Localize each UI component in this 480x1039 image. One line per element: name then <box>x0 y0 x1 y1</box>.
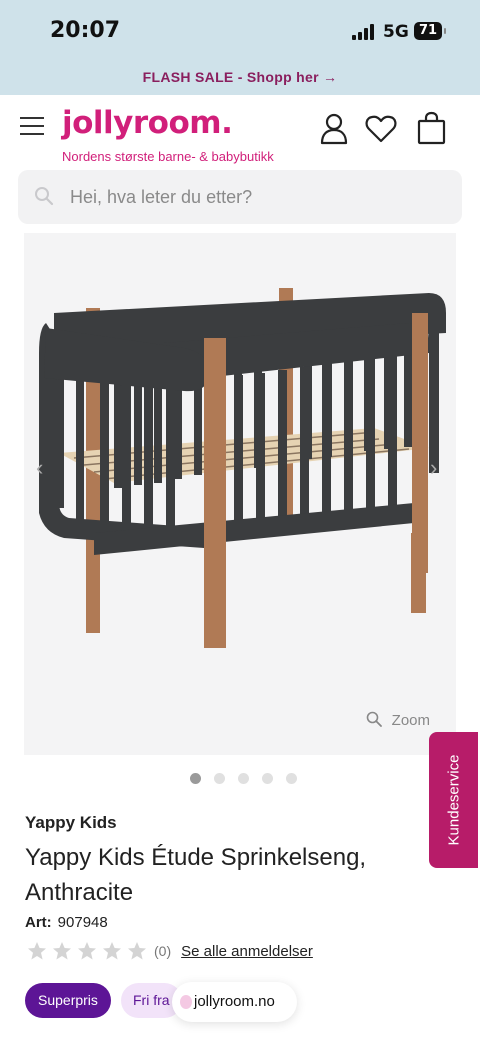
gallery-dot[interactable] <box>286 773 297 784</box>
status-bar: 20:07 5G 71 <box>0 0 480 62</box>
gallery-dot[interactable] <box>190 773 201 784</box>
star-icon <box>78 942 96 960</box>
customer-service-tab[interactable]: Kundeservice <box>429 732 478 868</box>
browser-url-pill[interactable]: jollyroom.no <box>172 982 297 1022</box>
prev-image-arrow[interactable]: ‹ <box>36 455 50 480</box>
article-number: Art: 907948 <box>25 914 108 931</box>
all-reviews-link[interactable]: Se alle anmeldelser <box>181 943 313 960</box>
network-label: 5G <box>383 22 409 42</box>
article-value: 907948 <box>57 914 108 931</box>
product-title: Yappy Kids Étude Sprinkelseng, Anthracit… <box>25 844 367 906</box>
zoom-button[interactable]: Zoom <box>366 711 430 729</box>
search-icon <box>35 187 54 206</box>
article-label: Art: <box>25 914 52 931</box>
gallery-dots <box>190 773 297 785</box>
star-icon <box>53 942 71 960</box>
menu-icon[interactable] <box>20 117 44 135</box>
next-image-arrow[interactable]: › <box>430 455 444 480</box>
flash-sale-banner[interactable]: FLASH SALE - Shopp her → <box>0 62 480 95</box>
product-brand[interactable]: Yappy Kids <box>25 813 117 833</box>
zoom-label: Zoom <box>391 712 430 729</box>
product-rating: (0) Se alle anmeldelser <box>27 940 313 962</box>
zoom-icon <box>366 711 382 727</box>
tagline: Nordens største barne- & babybutikk <box>62 149 274 164</box>
star-icon <box>103 942 121 960</box>
star-icon <box>28 942 46 960</box>
gallery-dot[interactable] <box>214 773 225 784</box>
signal-icon <box>352 24 374 40</box>
lock-icon <box>180 995 192 1009</box>
search-bar <box>18 170 462 224</box>
site-header: jollyroom. Nordens største barne- & baby… <box>0 95 480 170</box>
status-time: 20:07 <box>50 18 121 43</box>
gallery-dot[interactable] <box>238 773 249 784</box>
gallery-dot[interactable] <box>262 773 273 784</box>
rating-count: (0) <box>154 943 172 959</box>
browser-url: jollyroom.no <box>194 993 275 1010</box>
heart-icon[interactable] <box>364 111 398 145</box>
bag-icon[interactable] <box>415 111 449 145</box>
user-icon[interactable] <box>317 111 351 145</box>
product-image <box>39 288 446 648</box>
star-icon <box>128 942 146 960</box>
logo[interactable]: jollyroom. <box>62 105 233 141</box>
search-input[interactable] <box>70 170 450 224</box>
product-gallery[interactable]: ‹ › Zoom <box>24 233 456 755</box>
customer-service-label: Kundeservice <box>445 754 462 846</box>
battery-icon: 71 <box>414 22 446 40</box>
superpris-badge: Superpris <box>25 983 111 1018</box>
